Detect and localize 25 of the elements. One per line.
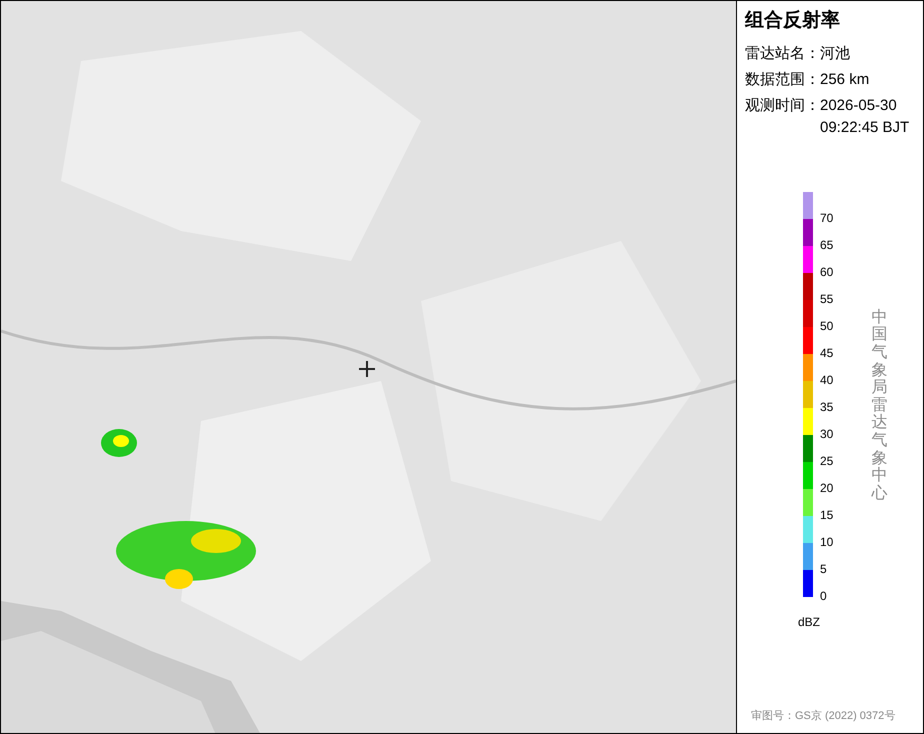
panel-title: 组合反射率: [745, 9, 841, 33]
legend-label: 25: [820, 454, 834, 467]
legend-label: 70: [820, 212, 834, 224]
credit-text: 中国气象局雷达气象中心: [871, 308, 888, 504]
info-label: 观测时间：: [745, 96, 820, 116]
legend-label: 20: [820, 482, 834, 494]
legend-label: 65: [820, 238, 834, 251]
legend-label: 5: [820, 562, 827, 575]
legend-label: 15: [820, 508, 834, 521]
info-value: 256 km: [820, 70, 870, 90]
info-value: 河池: [820, 44, 850, 64]
legend-label: 35: [820, 400, 834, 413]
legend-label: 40: [820, 374, 834, 386]
legend-label: 30: [820, 428, 834, 440]
legend-label: 10: [820, 536, 834, 548]
info-label: 数据范围：: [745, 70, 820, 90]
legend-label: 60: [820, 266, 834, 278]
approval-number: 审图号：GS京 (2022) 0372号: [751, 708, 896, 724]
legend-label: 0: [820, 590, 827, 602]
info-value: 2026-05-30 09:22:45 BJT: [820, 96, 910, 138]
legend-label: 50: [820, 320, 834, 332]
legend-label: 55: [820, 292, 834, 305]
info-label: 雷达站名：: [745, 44, 820, 64]
unit-label: dBZ: [798, 614, 822, 631]
legend-label: 45: [820, 346, 834, 359]
